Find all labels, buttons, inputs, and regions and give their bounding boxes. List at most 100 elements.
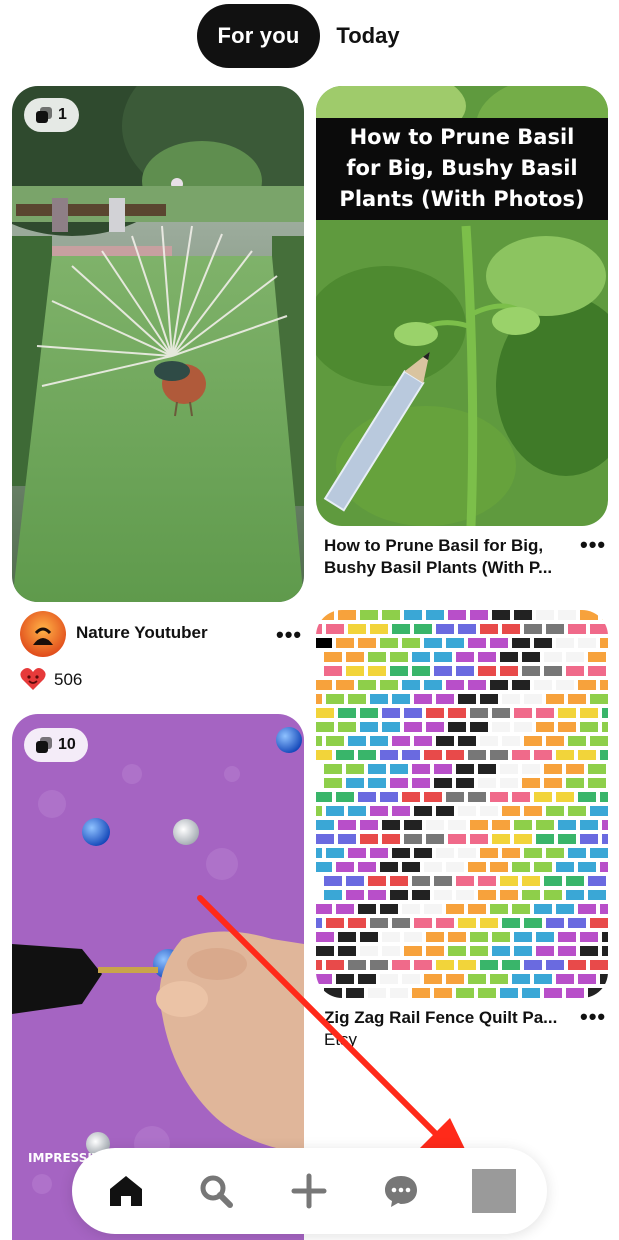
quilt-patch xyxy=(448,834,466,844)
quilt-patch xyxy=(412,876,430,886)
quilt-patch xyxy=(478,764,496,774)
quilt-patch xyxy=(480,694,498,704)
quilt-patch xyxy=(324,764,342,774)
quilt-patch xyxy=(478,778,496,788)
quilt-patch xyxy=(348,848,366,858)
quilt-patch xyxy=(436,918,454,928)
quilt-patch xyxy=(458,848,476,858)
quilt-patch xyxy=(370,960,388,970)
plus-icon[interactable] xyxy=(287,1169,331,1213)
quilt-patch xyxy=(392,848,410,858)
more-options-button[interactable]: ••• xyxy=(580,532,606,558)
quilt-patch xyxy=(522,652,540,662)
search-icon[interactable] xyxy=(194,1169,238,1213)
more-options-button[interactable]: ••• xyxy=(276,622,302,648)
quilt-patch xyxy=(368,890,386,900)
pin-card-basil[interactable]: How to Prune Basil for Big, Bushy Basil … xyxy=(316,86,608,526)
quilt-patch xyxy=(534,638,552,648)
feed-tabs: For you Today xyxy=(0,4,619,68)
quilt-patch xyxy=(424,638,442,648)
quilt-patch xyxy=(338,820,356,830)
quilt-patch xyxy=(316,736,322,746)
quilt-patch xyxy=(402,792,420,802)
quilt-patch xyxy=(412,764,430,774)
quilt-patch xyxy=(338,946,356,956)
quilt-patch xyxy=(568,918,586,928)
quilt-patch xyxy=(390,890,408,900)
creator-avatar[interactable] xyxy=(20,611,66,657)
quilt-patch xyxy=(402,750,420,760)
profile-avatar[interactable] xyxy=(472,1169,516,1213)
quilt-patch xyxy=(478,876,496,886)
quilt-patch xyxy=(326,736,344,746)
quilt-patch xyxy=(500,876,518,886)
quilt-patch xyxy=(434,666,452,676)
quilt-patch xyxy=(468,750,486,760)
home-icon[interactable] xyxy=(104,1169,148,1213)
quilt-patch xyxy=(380,680,398,690)
quilt-patch xyxy=(588,988,606,998)
quilt-patch xyxy=(414,960,432,970)
quilt-patch xyxy=(326,848,344,858)
quilt-patch xyxy=(580,722,598,732)
quilt-patch xyxy=(360,932,378,942)
more-options-button[interactable]: ••• xyxy=(580,1004,606,1030)
quilt-patch xyxy=(590,736,608,746)
quilt-patch xyxy=(468,862,486,872)
quilt-patch xyxy=(512,862,530,872)
pin-card-peacock[interactable]: 1 xyxy=(12,86,304,602)
quilt-patch xyxy=(368,876,386,886)
quilt-patch xyxy=(490,792,508,802)
tab-today[interactable]: Today xyxy=(325,4,411,68)
quilt-patch xyxy=(424,792,442,802)
quilt-patch xyxy=(326,624,344,634)
quilt-patch xyxy=(502,848,520,858)
heart-face-icon xyxy=(20,668,46,690)
quilt-patch xyxy=(590,624,608,634)
quilt-patch xyxy=(590,918,608,928)
quilt-patch xyxy=(580,708,598,718)
quilt-patch xyxy=(558,708,576,718)
quilt-patch xyxy=(360,820,378,830)
quilt-patch xyxy=(568,736,586,746)
reaction-row: 506 xyxy=(20,665,140,693)
quilt-patch xyxy=(316,848,322,858)
quilt-patch xyxy=(316,806,322,816)
quilt-patch xyxy=(602,932,608,942)
quilt-patch xyxy=(470,932,488,942)
quilt-patch xyxy=(368,988,386,998)
pin-title-basil[interactable]: How to Prune Basil for Big, Bushy Basil … xyxy=(324,535,574,579)
quilt-patch xyxy=(324,666,342,676)
chat-icon[interactable] xyxy=(379,1169,423,1213)
quilt-patch xyxy=(456,988,474,998)
quilt-patch xyxy=(446,680,464,690)
profile-button[interactable] xyxy=(472,1169,516,1213)
quilt-patch xyxy=(568,624,586,634)
quilt-patch xyxy=(316,904,332,914)
quilt-patch xyxy=(578,638,596,648)
creator-name[interactable]: Nature Youtuber xyxy=(76,623,208,643)
quilt-patch xyxy=(368,778,386,788)
quilt-patch xyxy=(534,680,552,690)
quilt-patch xyxy=(556,974,574,984)
pin-title-quilt[interactable]: Zig Zag Rail Fence Quilt Pa... xyxy=(324,1007,574,1029)
quilt-patch xyxy=(600,750,608,760)
quilt-patch xyxy=(360,946,378,956)
quilt-patch xyxy=(536,834,554,844)
quilt-patch xyxy=(590,806,608,816)
quilt-patch xyxy=(502,694,520,704)
pin-card-quilt[interactable] xyxy=(316,610,608,998)
quilt-patch xyxy=(370,806,388,816)
quilt-patch xyxy=(512,680,530,690)
tab-for-you[interactable]: For you xyxy=(197,4,320,68)
quilt-patch xyxy=(358,638,376,648)
creator-row[interactable]: Nature Youtuber xyxy=(20,611,310,657)
pin-source[interactable]: Etsy xyxy=(324,1029,357,1051)
quilt-patch xyxy=(600,904,608,914)
quilt-patch xyxy=(316,932,334,942)
quilt-patch xyxy=(458,694,476,704)
quilt-patch xyxy=(348,918,366,928)
quilt-patch xyxy=(360,834,378,844)
quilt-patch xyxy=(370,736,388,746)
quilt-patch xyxy=(448,610,466,620)
